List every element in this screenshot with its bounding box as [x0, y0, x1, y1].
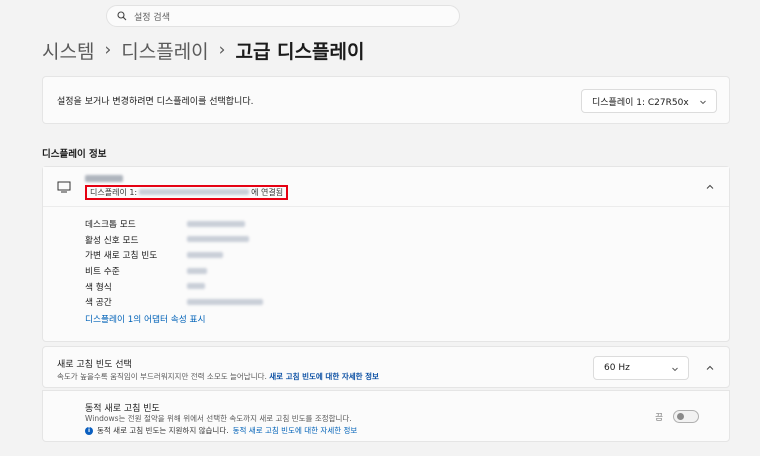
dynamic-refresh-toggle[interactable] — [673, 410, 699, 423]
chevron-down-icon — [700, 100, 706, 105]
property-label: 색 공간 — [85, 298, 112, 309]
dynamic-refresh-note-text: 동적 새로 고침 빈도는 지원하지 않습니다. — [97, 426, 229, 435]
breadcrumb: 시스템 › 디스플레이 › 고급 디스플레이 — [42, 36, 364, 64]
redacted-value — [187, 236, 249, 243]
breadcrumb-separator: › — [218, 40, 226, 60]
property-label: 비트 수준 — [85, 267, 120, 278]
dynamic-refresh-card: 동적 새로 고침 빈도 Windows는 전원 절약을 위해 위에서 선택한 속… — [42, 390, 730, 442]
search-placeholder: 설정 검색 — [134, 12, 170, 23]
display-name — [85, 174, 288, 184]
redacted-value — [187, 251, 223, 258]
display-properties: 데스크톱 모드 활성 신호 모드 가변 새로 고침 빈도 비트 수준 색 형식 … — [43, 207, 729, 325]
redacted-model — [139, 189, 250, 195]
redacted-value — [187, 267, 207, 274]
dynamic-refresh-description: Windows는 전원 절약을 위해 위에서 선택한 속도까지 새로 고침 빈도… — [85, 414, 352, 423]
toggle-state-label: 끔 — [655, 412, 663, 423]
connection-prefix: 디스플레이 1: — [90, 187, 138, 197]
property-row: 데스크톱 모드 — [85, 216, 729, 232]
refresh-rate-desc-text: 속도가 높을수록 움직임이 부드러워지지만 전력 소모도 늘어납니다. — [57, 372, 267, 381]
display-info-card: 디스플레이 1: 에 연결됨 데스크톱 모드 활성 신호 모드 가변 새로 고침… — [42, 166, 730, 342]
refresh-rate-title: 새로 고침 빈도 선택 — [57, 360, 132, 370]
refresh-rate-card: 새로 고침 빈도 선택 속도가 높을수록 움직임이 부드러워지지만 전력 소모도… — [42, 346, 730, 388]
breadcrumb-system[interactable]: 시스템 — [42, 37, 94, 64]
info-icon: i — [85, 426, 93, 435]
display-select-card: 설정을 보거나 변경하려면 디스플레이를 선택합니다. 디스플레이 1: C27… — [42, 76, 730, 124]
refresh-rate-dropdown[interactable]: 60 Hz — [593, 356, 689, 380]
monitor-icon — [57, 181, 71, 192]
redacted-value — [187, 220, 245, 227]
property-label: 데스크톱 모드 — [85, 220, 136, 231]
dynamic-refresh-info-link[interactable]: 동적 새로 고침 빈도에 대한 자세한 정보 — [233, 425, 358, 436]
dynamic-refresh-toggle-group: 끔 — [655, 410, 699, 423]
page-title: 고급 디스플레이 — [235, 40, 365, 63]
connection-suffix: 에 연결됨 — [251, 187, 284, 197]
search-icon — [117, 11, 127, 21]
display-select-dropdown[interactable]: 디스플레이 1: C27R50x — [581, 89, 717, 113]
property-row: 색 형식 — [85, 278, 729, 294]
dynamic-refresh-note: i 동적 새로 고침 빈도는 지원하지 않습니다. 동적 새로 고침 빈도에 대… — [85, 425, 357, 436]
adapter-properties-link[interactable]: 디스플레이 1의 어댑터 속성 표시 — [85, 312, 205, 325]
breadcrumb-display[interactable]: 디스플레이 — [121, 37, 208, 64]
search-input[interactable]: 설정 검색 — [106, 5, 460, 27]
breadcrumb-separator: › — [104, 40, 112, 60]
display-info-header[interactable]: 디스플레이 1: 에 연결됨 — [43, 167, 729, 207]
property-row: 가변 새로 고침 빈도 — [85, 247, 729, 263]
redacted-value — [187, 298, 263, 305]
refresh-rate-description: 속도가 높을수록 움직임이 부드러워지지만 전력 소모도 늘어납니다. 새로 고… — [57, 371, 379, 382]
property-label: 색 형식 — [85, 282, 112, 293]
chevron-up-icon[interactable] — [705, 182, 715, 192]
refresh-rate-info-link[interactable]: 새로 고침 빈도에 대한 자세한 정보 — [269, 372, 379, 381]
property-label: 활성 신호 모드 — [85, 235, 139, 246]
refresh-rate-value: 60 Hz — [604, 363, 630, 373]
chevron-up-icon[interactable] — [705, 363, 715, 373]
display-select-label: 설정을 보거나 변경하려면 디스플레이를 선택합니다. — [57, 96, 254, 107]
display-select-value: 디스플레이 1: C27R50x — [592, 97, 689, 108]
property-row: 활성 신호 모드 — [85, 232, 729, 248]
property-row: 색 공간 — [85, 294, 729, 310]
connection-status: 디스플레이 1: 에 연결됨 — [85, 184, 289, 200]
redacted-value — [187, 283, 205, 290]
property-label: 가변 새로 고침 빈도 — [85, 251, 158, 262]
section-title-display-info: 디스플레이 정보 — [42, 149, 107, 160]
toggle-knob — [677, 413, 684, 420]
property-row: 비트 수준 — [85, 263, 729, 279]
chevron-down-icon — [672, 367, 678, 372]
redacted-name — [85, 174, 123, 182]
